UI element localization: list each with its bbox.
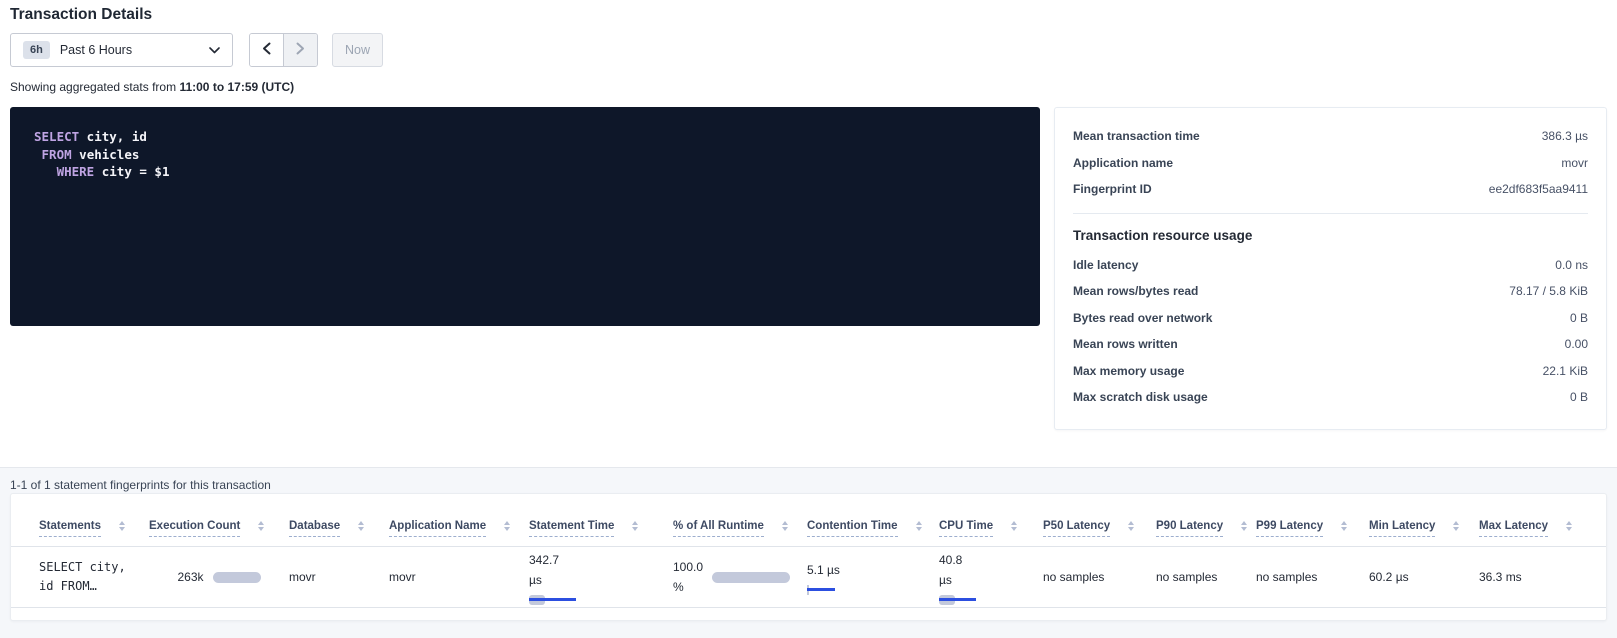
- summary-label: Mean transaction time: [1073, 129, 1200, 143]
- execution-count-bar: [213, 572, 261, 583]
- column-header-min-latency[interactable]: Min Latency: [1369, 520, 1479, 546]
- sql-line: FROM vehicles: [34, 146, 1016, 164]
- time-range-badge: 6h: [23, 41, 50, 59]
- summary-row: Application name movr: [1073, 150, 1588, 177]
- interval-arrows: [249, 33, 318, 67]
- pct-runtime-cell: 100.0 %: [673, 547, 807, 607]
- statements-section: 1-1 of 1 statement fingerprints for this…: [0, 467, 1617, 638]
- summary-value: 0 B: [1570, 311, 1588, 325]
- column-header-max-latency[interactable]: Max Latency: [1479, 520, 1606, 546]
- summary-label: Idle latency: [1073, 258, 1138, 272]
- resource-usage-heading: Transaction resource usage: [1073, 228, 1588, 243]
- summary-value: 78.17 / 5.8 KiB: [1509, 284, 1588, 298]
- sort-icon: [358, 521, 364, 531]
- next-interval-button[interactable]: [284, 34, 317, 66]
- summary-row: Bytes read over network 0 B: [1073, 305, 1588, 332]
- column-header-p50-latency[interactable]: P50 Latency: [1043, 520, 1156, 546]
- time-range-label: Past 6 Hours: [60, 43, 209, 57]
- summary-value: 0.00: [1565, 337, 1588, 351]
- summary-row: Mean rows/bytes read 78.17 / 5.8 KiB: [1073, 278, 1588, 305]
- aggregation-note-range: 11:00 to 17:59 (UTC): [179, 80, 294, 94]
- time-range-dropdown[interactable]: 6h Past 6 Hours: [10, 33, 233, 67]
- sort-icon: [258, 521, 264, 531]
- min-latency-cell: 60.2 µs: [1369, 547, 1479, 607]
- summary-value: 0 B: [1570, 390, 1588, 404]
- cpu-time-bar: [939, 595, 976, 605]
- transaction-summary-card: Mean transaction time 386.3 µs Applicati…: [1054, 107, 1607, 430]
- statement-row: SELECT city, id FROM… 263k movr movr 342…: [11, 546, 1606, 608]
- aggregation-note: Showing aggregated stats from 11:00 to 1…: [10, 80, 294, 94]
- sort-icon: [119, 521, 125, 531]
- sort-icon: [632, 521, 638, 531]
- summary-row: Max scratch disk usage 0 B: [1073, 384, 1588, 411]
- sort-icon: [1011, 521, 1017, 531]
- aggregation-note-prefix: Showing aggregated stats from: [10, 80, 176, 94]
- summary-label: Max memory usage: [1073, 364, 1184, 378]
- application-name-cell: movr: [389, 547, 529, 607]
- summary-label: Application name: [1073, 156, 1173, 170]
- column-header-statements[interactable]: Statements: [39, 520, 149, 546]
- previous-interval-button[interactable]: [250, 34, 283, 66]
- sort-icon: [1241, 521, 1247, 531]
- sort-icon: [1566, 521, 1572, 531]
- statement-time-cell: 342.7 µs: [529, 547, 673, 607]
- column-header-statement-time[interactable]: Statement Time: [529, 520, 673, 546]
- summary-label: Max scratch disk usage: [1073, 390, 1208, 404]
- contention-time-bar: [807, 585, 835, 595]
- pct-runtime-bar: [712, 572, 790, 583]
- summary-row: Idle latency 0.0 ns: [1073, 252, 1588, 279]
- sort-icon: [916, 521, 922, 531]
- cpu-time-cell: 40.8 µs: [939, 547, 1043, 607]
- statements-table: Statements Execution Count Database Appl…: [10, 493, 1607, 621]
- column-header-application-name[interactable]: Application Name: [389, 520, 529, 546]
- column-header-pct-runtime[interactable]: % of All Runtime: [673, 520, 807, 546]
- summary-row: Mean transaction time 386.3 µs: [1073, 123, 1588, 150]
- statement-link[interactable]: SELECT city, id FROM…: [39, 547, 149, 607]
- statement-time-bar: [529, 595, 577, 605]
- time-controls: 6h Past 6 Hours Now: [10, 33, 383, 67]
- summary-label: Mean rows written: [1073, 337, 1178, 351]
- sort-icon: [1128, 521, 1134, 531]
- chevron-right-icon: [296, 42, 305, 58]
- p50-latency-cell: no samples: [1043, 547, 1156, 607]
- summary-row: Mean rows written 0.00: [1073, 331, 1588, 358]
- summary-value: movr: [1561, 156, 1588, 170]
- sort-icon: [504, 521, 510, 531]
- sql-line: WHERE city = $1: [34, 163, 1016, 181]
- summary-label: Mean rows/bytes read: [1073, 284, 1198, 298]
- chevron-left-icon: [262, 42, 271, 58]
- column-header-p90-latency[interactable]: P90 Latency: [1156, 520, 1256, 546]
- p90-latency-cell: no samples: [1156, 547, 1256, 607]
- p99-latency-cell: no samples: [1256, 547, 1369, 607]
- summary-value: 386.3 µs: [1542, 129, 1588, 143]
- sort-icon: [1341, 521, 1347, 531]
- chevron-down-icon: [209, 47, 220, 54]
- database-cell: movr: [289, 547, 389, 607]
- now-button[interactable]: Now: [332, 33, 383, 67]
- sort-icon: [1453, 521, 1459, 531]
- summary-label: Fingerprint ID: [1073, 182, 1152, 196]
- summary-label: Bytes read over network: [1073, 311, 1212, 325]
- summary-row: Max memory usage 22.1 KiB: [1073, 358, 1588, 385]
- summary-value: ee2df683f5aa9411: [1489, 182, 1588, 196]
- divider: [1073, 213, 1588, 214]
- sort-icon: [782, 521, 788, 531]
- page-title: Transaction Details: [10, 6, 152, 24]
- column-header-database[interactable]: Database: [289, 520, 389, 546]
- statements-table-header: Statements Execution Count Database Appl…: [11, 494, 1606, 546]
- column-header-contention-time[interactable]: Contention Time: [807, 520, 939, 546]
- column-header-p99-latency[interactable]: P99 Latency: [1256, 520, 1369, 546]
- contention-time-cell: 5.1 µs: [807, 547, 939, 607]
- max-latency-cell: 36.3 ms: [1479, 547, 1606, 607]
- sql-statement: SELECT city, id FROM vehicles WHERE city…: [10, 107, 1040, 326]
- sql-line: SELECT city, id: [34, 128, 1016, 146]
- statements-count-caption: 1-1 of 1 statement fingerprints for this…: [10, 478, 271, 492]
- column-header-execution-count[interactable]: Execution Count: [149, 520, 289, 546]
- column-header-cpu-time[interactable]: CPU Time: [939, 520, 1043, 546]
- summary-value: 0.0 ns: [1555, 258, 1588, 272]
- execution-count-cell: 263k: [149, 547, 289, 607]
- transaction-details-page: Transaction Details 6h Past 6 Hours Now: [0, 0, 1617, 638]
- summary-value: 22.1 KiB: [1543, 364, 1588, 378]
- summary-row: Fingerprint ID ee2df683f5aa9411: [1073, 176, 1588, 203]
